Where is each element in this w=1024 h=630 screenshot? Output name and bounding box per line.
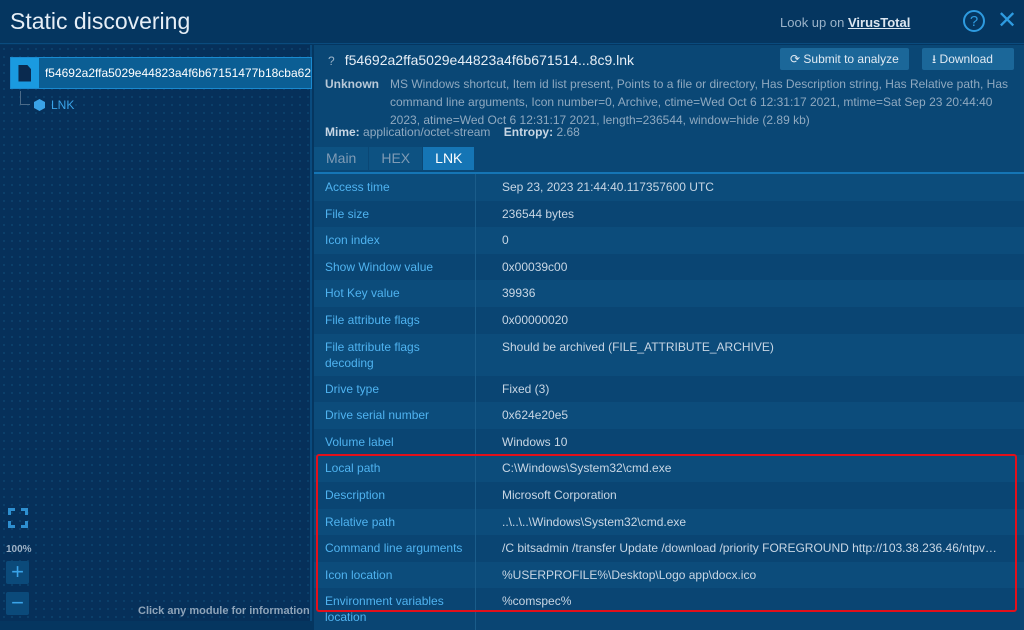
tree-node-file-label: f54692a2ffa5029e44823a4f6b67151477b18cba… [44, 66, 311, 80]
table-row: File size 236544 bytes [314, 200, 1024, 228]
row-label: File attribute flags decoding [314, 333, 476, 376]
row-value: Windows 10 [502, 434, 568, 449]
zoom-in-button[interactable]: + [6, 561, 29, 584]
page-title: Static discovering [10, 8, 191, 34]
tab-lnk[interactable]: LNK [423, 147, 475, 170]
close-icon[interactable]: ✕ [996, 9, 1018, 33]
row-value: 39936 [502, 286, 536, 301]
table-row: Description Microsoft Corporation [314, 481, 1024, 509]
table-row: Drive type Fixed (3) [314, 375, 1024, 403]
entropy-value: 2.68 [556, 125, 580, 139]
row-value: Fixed (3) [502, 381, 550, 396]
mime-info: Mime: application/octet-stream Entropy: … [325, 125, 580, 139]
table-row: Volume label Windows 10 [314, 428, 1024, 456]
row-value: Should be archived (FILE_ATTRIBUTE_ARCHI… [502, 339, 774, 354]
lookup-prefix: Look up on [780, 15, 845, 30]
table-row: Hot Key value 39936 [314, 280, 1024, 307]
help-icon[interactable]: ? [963, 10, 985, 32]
row-value: /C bitsadmin /transfer Update /download … [502, 541, 1005, 556]
hint-text: Click any module for information [138, 605, 310, 617]
file-name: ? f54692a2ffa5029e44823a4f6b671514...8c9.… [328, 52, 634, 68]
row-value: C:\Windows\System32\cmd.exe [502, 461, 672, 476]
table-row: Command line arguments/C bitsadmin /tran… [314, 535, 1024, 562]
zoom-level: 100% [6, 544, 32, 555]
submit-to-analyze-button[interactable]: ⟳ Submit to analyze [780, 48, 909, 70]
module-tree-panel: f54692a2ffa5029e44823a4f6b67151477b18cba… [0, 45, 312, 621]
row-value: 0x00000020 [502, 312, 569, 327]
row-label: Command line arguments [314, 535, 476, 562]
download-label: Download [939, 52, 993, 66]
tab-hex[interactable]: HEX [369, 147, 423, 170]
virustotal-link[interactable]: VirusTotal [848, 15, 910, 30]
row-value: 236544 bytes [502, 206, 575, 221]
row-label: File size [314, 200, 476, 228]
row-label: Drive type [314, 375, 476, 403]
row-label: Hot Key value [314, 280, 476, 307]
tab-main[interactable]: Main [314, 147, 369, 170]
table-row: Relative path ..\..\..\Windows\System32\c… [314, 508, 1024, 536]
row-value: ..\..\..\Windows\System32\cmd.exe [502, 514, 687, 529]
row-label: Icon location [314, 561, 476, 589]
row-value: %USERPROFILE%\Desktop\Logo app\docx.ico [502, 567, 757, 582]
file-type: Unknown MS Windows shortcut, Item id list… [325, 75, 1020, 129]
row-label: Relative path [314, 508, 476, 536]
virustotal-lookup: Look up on VirusTotal [780, 15, 910, 30]
download-icon: ⭳ [932, 52, 940, 66]
tree-node-lnk-label: LNK [51, 98, 75, 112]
table-row: Icon index 0 [314, 227, 1024, 254]
table-row: Access time Sep 23, 2023 21:44:40.1173576… [314, 174, 1024, 201]
tree-node-lnk[interactable]: LNK [34, 98, 74, 112]
tree-connector [20, 91, 30, 105]
table-row: Drive serial number 0x624e20e5 [314, 402, 1024, 429]
row-label: Drive serial number [314, 402, 476, 429]
file-name-text: f54692a2ffa5029e44823a4f6b671514...8c9.l… [344, 52, 635, 68]
row-label: File attribute flags [314, 306, 476, 334]
tree-node-file[interactable]: f54692a2ffa5029e44823a4f6b67151477b18cba… [10, 57, 312, 89]
row-label: Icon index [314, 227, 476, 254]
fullscreen-icon[interactable] [8, 508, 28, 528]
row-label: Volume label [314, 428, 476, 456]
row-value: 0x00039c00 [502, 259, 568, 274]
zoom-out-button[interactable]: − [6, 592, 29, 615]
lnk-properties-table: Access time Sep 23, 2023 21:44:40.1173576… [314, 172, 1024, 630]
mime-label: Mime: [325, 125, 360, 139]
cube-icon [34, 99, 45, 111]
file-icon [11, 58, 39, 88]
unknown-icon: ? [328, 54, 335, 68]
row-value: %comspec% [502, 594, 572, 609]
row-label: Environment variables location [314, 588, 476, 630]
file-type-label: Unknown [325, 77, 379, 91]
file-type-description: MS Windows shortcut, Item id list presen… [390, 77, 1009, 127]
table-row: Environment variables location %comspec% [314, 588, 1024, 630]
table-row: Show Window value 0x00039c00 [314, 253, 1024, 281]
row-value: 0 [502, 233, 509, 248]
table-row: Local path C:\Windows\System32\cmd.exe [314, 455, 1024, 482]
download-button[interactable]: ⭳ Download [922, 48, 1014, 70]
submit-label: Submit to analyze [803, 52, 899, 66]
row-value: Microsoft Corporation [502, 487, 617, 502]
table-row: Icon location %USERPROFILE%\Desktop\Logo … [314, 561, 1024, 589]
details-panel: ? f54692a2ffa5029e44823a4f6b671514...8c9.… [314, 45, 1024, 630]
mime-value: application/octet-stream [363, 125, 491, 139]
row-value: Sep 23, 2023 21:44:40.117357600 UTC [502, 180, 714, 194]
row-label: Access time [314, 174, 476, 201]
table-row: File attribute flags 0x00000020 [314, 306, 1024, 334]
row-value: 0x624e20e5 [502, 408, 569, 423]
row-label: Show Window value [314, 253, 476, 281]
table-row: File attribute flags decoding Should be a… [314, 333, 1024, 376]
entropy-label: Entropy: [503, 125, 554, 139]
row-label: Local path [314, 455, 476, 482]
tabs: Main HEX LNK [314, 147, 475, 170]
row-label: Description [314, 481, 476, 509]
header: Static discovering Look up on VirusTotal… [0, 0, 1024, 44]
refresh-icon: ⟳ [790, 52, 804, 66]
